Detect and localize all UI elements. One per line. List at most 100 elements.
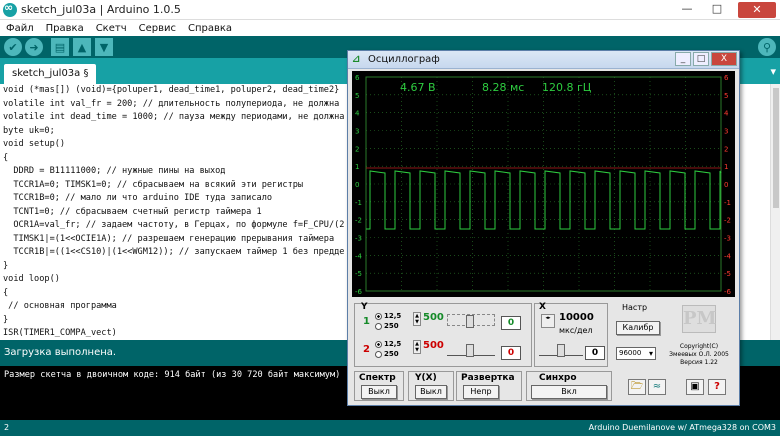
menu-sketch[interactable]: Скетч	[96, 23, 127, 34]
code-line[interactable]: }	[3, 314, 344, 328]
ch2-slider[interactable]	[447, 344, 495, 357]
right-scale-label: -1	[724, 199, 731, 207]
ch2-gain-value: 500	[423, 340, 444, 351]
ch2-offset-box[interactable]: 0	[501, 346, 521, 360]
code-line[interactable]: TIMSK1|=(1<<OCIE1A); // разрешаем генера…	[3, 233, 344, 247]
floppy-icon[interactable]: ▣	[686, 379, 704, 395]
code-line[interactable]: void setup()	[3, 138, 344, 152]
arduino-logo-icon	[3, 1, 17, 17]
sweep-label: Развертка	[461, 373, 515, 383]
code-line[interactable]: void (*mas[]) (void)={poluper1, dead_tim…	[3, 84, 344, 98]
upload-button[interactable]: ➜	[25, 38, 43, 56]
code-line[interactable]: TCNT1=0; // сбрасываем счетный регистр т…	[3, 206, 344, 220]
left-scale-label: 3	[355, 128, 359, 136]
right-scale-label: -6	[724, 288, 732, 296]
oscilloscope-app-icon: ⊿	[352, 54, 361, 65]
tab-sketch[interactable]: sketch_jul03a §	[4, 64, 97, 84]
menu-file[interactable]: Файл	[6, 23, 34, 34]
code-line[interactable]: TCCR1A=0; TIMSK1=0; // сбрасываем на вся…	[3, 179, 344, 193]
settings-group: Настр Калибр 96000	[612, 303, 666, 367]
left-scale-label: -2	[355, 217, 362, 225]
code-line[interactable]: volatile int dead_time = 1000; // пауза …	[3, 111, 344, 125]
code-line[interactable]: byte uk=0;	[3, 125, 344, 139]
wave-icon[interactable]: ≈	[648, 379, 666, 395]
ch1-radio-250[interactable]: 250	[375, 322, 399, 330]
ch1-radio-12-5[interactable]: 12,5	[375, 312, 401, 320]
oscilloscope-title: Осциллограф	[368, 54, 440, 65]
left-scale-label: 4	[355, 110, 360, 118]
x-offset-box[interactable]: 0	[585, 346, 605, 360]
ch2-radio-250[interactable]: 250	[375, 350, 399, 358]
right-scale-label: 0	[724, 181, 728, 189]
close-button[interactable]: ✕	[738, 2, 776, 18]
code-line[interactable]: {	[3, 152, 344, 166]
frequency-reading: 120.8 гЦ	[542, 81, 592, 94]
editor-scrollbar[interactable]	[770, 84, 780, 340]
tab-menu-chevron-down-icon[interactable]: ▾	[770, 65, 776, 78]
y-group-label: Y	[361, 302, 368, 312]
code-line[interactable]: void loop()	[3, 273, 344, 287]
code-text[interactable]: void (*mas[]) (void)={poluper1, dead_tim…	[3, 84, 344, 340]
maximize-button[interactable]: □	[708, 2, 726, 18]
baud-rate-select[interactable]: 96000	[616, 347, 656, 360]
right-scale-label: 3	[724, 128, 728, 136]
x-slider[interactable]	[539, 344, 583, 357]
serial-monitor-search-icon[interactable]: ⚲	[758, 38, 776, 56]
ch2-radio-12-5[interactable]: 12,5	[375, 340, 401, 348]
x-spin[interactable]: ◂▸	[541, 314, 555, 328]
yx-label: Y(X)	[415, 373, 437, 383]
sweep-button[interactable]: Непр	[463, 385, 499, 399]
ch2-number: 2	[363, 344, 370, 355]
oscilloscope-screen: 6 5 4 3 2 1 0 -1 -2 -3 -4 -5 -6 6 5 4 3 2 1 0 -1 -2 -3 -4 -5 -6 4…	[352, 71, 735, 297]
osc-minimize-button[interactable]: _	[675, 52, 691, 66]
code-line[interactable]: TCCR1B|=((1<<CS10)|(1<<WGM12)); // запус…	[3, 246, 344, 260]
sync-button[interactable]: Вкл	[531, 385, 607, 399]
footer-bar: 2 Arduino Duemilanove w/ ATmega328 on CO…	[0, 420, 780, 436]
sync-group: Синхро Вкл	[526, 371, 612, 401]
osc-maximize-button[interactable]: □	[693, 52, 709, 66]
oscilloscope-plot: 6 5 4 3 2 1 0 -1 -2 -3 -4 -5 -6 6 5 4 3 2 1 0 -1 -2 -3 -4 -5 -6	[355, 74, 732, 296]
code-line[interactable]: OCR1A=val_fr; // задаем частоту, в Герца…	[3, 219, 344, 233]
spectrum-button[interactable]: Выкл	[361, 385, 397, 399]
y-group: Y 1 12,5 250 ▲ ▼ 500 0 2 12,5 250 ▲ ▼ 500 …	[354, 302, 532, 367]
left-scale-label: -6	[355, 288, 363, 296]
ch1-gain-value: 500	[423, 312, 444, 323]
right-scale-label: -5	[724, 270, 731, 278]
open-folder-icon[interactable]: 🗁	[628, 379, 646, 395]
ch1-offset-box[interactable]: 0	[501, 316, 521, 330]
left-scale-label: -3	[355, 235, 362, 243]
open-button[interactable]: ▲	[73, 38, 91, 56]
verify-button[interactable]: ✔	[4, 38, 22, 56]
left-scale-label: 6	[355, 74, 360, 82]
menu-tools[interactable]: Сервис	[139, 23, 176, 34]
code-line[interactable]: volatile int val_fr = 200; // длительнос…	[3, 98, 344, 112]
new-button[interactable]: ▤	[51, 38, 69, 56]
code-line[interactable]: // основная программа	[3, 300, 344, 314]
code-line[interactable]: DDRD = B11111000; // нужные пины на выхо…	[3, 165, 344, 179]
menu-edit[interactable]: Правка	[46, 23, 84, 34]
save-button[interactable]: ▼	[95, 38, 113, 56]
help-button[interactable]: ?	[708, 379, 726, 395]
ch1-spin[interactable]: ▲ ▼	[413, 312, 421, 326]
minimize-button[interactable]: —	[678, 2, 696, 18]
right-scale-label: -3	[724, 235, 731, 243]
menu-help[interactable]: Справка	[188, 23, 232, 34]
right-scale-label: 2	[724, 145, 728, 153]
left-scale-label: -4	[355, 252, 363, 260]
code-line[interactable]: TCCR1B=0; // мало ли что arduino IDE туд…	[3, 192, 344, 206]
left-scale-label: 2	[355, 145, 359, 153]
code-line[interactable]: {	[3, 287, 344, 301]
left-scale-label: 0	[355, 181, 359, 189]
code-line[interactable]: ISR(TIMER1_COMPA_vect)	[3, 327, 344, 340]
yx-button[interactable]: Выкл	[415, 385, 447, 399]
oscilloscope-title-bar: ⊿ Осциллограф _ □ X	[348, 51, 739, 69]
calibrate-button[interactable]: Калибр	[616, 321, 660, 335]
osc-close-button[interactable]: X	[711, 52, 737, 66]
window-title: sketch_jul03a | Arduino 1.0.5	[21, 3, 181, 16]
menu-bar: Файл Правка Скетч Сервис Справка	[0, 20, 780, 36]
line-number: 2	[4, 423, 10, 432]
code-line[interactable]: }	[3, 260, 344, 274]
ch2-spin[interactable]: ▲ ▼	[413, 340, 421, 354]
ch1-slider[interactable]	[447, 314, 495, 328]
right-scale-label: 5	[724, 92, 728, 100]
